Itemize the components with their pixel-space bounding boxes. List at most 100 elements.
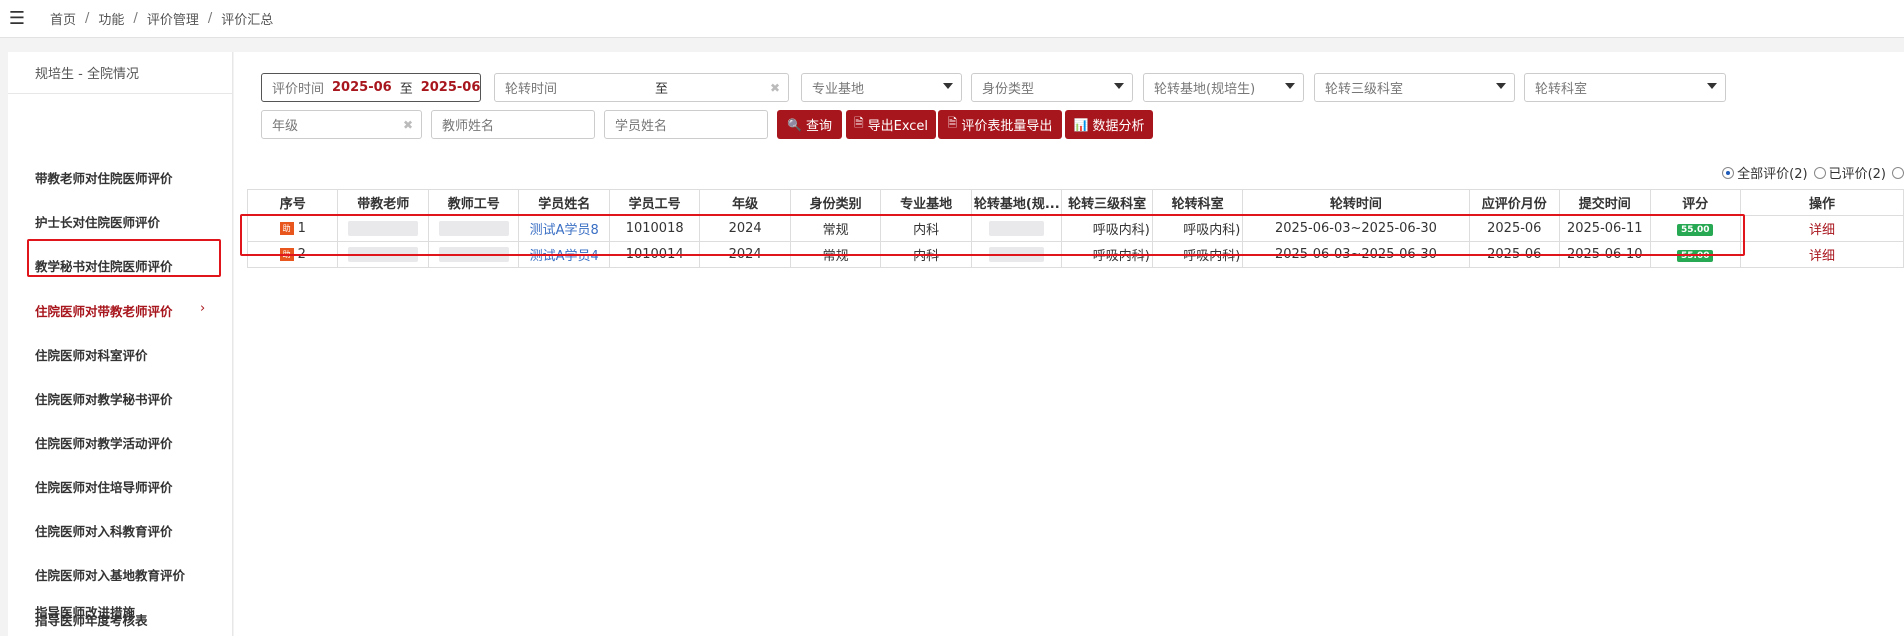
sidebar-item-resident-to-dept-edu[interactable]: 住院医师对入科教育评价 xyxy=(35,519,173,541)
col-header-identity: 身份类别 xyxy=(789,189,882,216)
table-row[interactable]: 助2 测试A学员4 1010014 2024 常规 内科 呼吸内科) 呼吸内科)… xyxy=(246,241,1904,268)
teacher-name-placeholder: 教师姓名 xyxy=(442,119,495,134)
rotation-time-label: 轮转时间 xyxy=(505,82,558,97)
cell-rotation-time: 2025-06-03~2025-06-30 xyxy=(1242,241,1470,268)
cell-teacher xyxy=(337,215,429,242)
cell-teacher-id xyxy=(427,215,520,242)
eval-time-to-label: 至 xyxy=(399,82,413,97)
sidebar-item-resident-to-dept[interactable]: 住院医师对科室评价 xyxy=(35,343,148,365)
detail-link[interactable]: 详细 xyxy=(1809,249,1835,264)
sidebar-item-resident-to-mentor[interactable]: 住院医师对住培导师评价 xyxy=(35,475,173,497)
row-number: 2 xyxy=(297,247,306,262)
clear-icon[interactable]: ✖ xyxy=(403,118,413,132)
cell-rotation-base xyxy=(970,241,1063,268)
table-row[interactable]: 助1 测试A学员8 1010018 2024 常规 内科 呼吸内科) 呼吸内科)… xyxy=(246,215,1904,242)
grade-placeholder: 年级 xyxy=(272,119,299,134)
identity-type-select[interactable]: 身份类型 xyxy=(971,73,1133,102)
radio-all-label: 全部评价(2) xyxy=(1737,167,1808,182)
chevron-down-icon xyxy=(943,83,953,89)
radio-evaluated[interactable]: 已评价(2) xyxy=(1813,163,1886,182)
col-header-score: 评分 xyxy=(1649,189,1742,216)
col-header-submit: 提交时间 xyxy=(1559,189,1651,216)
cell-dept: 呼吸内科) xyxy=(1151,215,1244,242)
redacted-block xyxy=(438,247,509,262)
sidebar-item-nurse-to-resident[interactable]: 护士长对住院医师评价 xyxy=(35,210,160,232)
sidebar: 规培生 - 全院情况 带教老师对住院医师评价 护士长对住院医师评价 教学秘书对住… xyxy=(8,52,233,636)
eval-time-from[interactable]: 2025-06 xyxy=(332,80,392,95)
rotation-base-value: 轮转基地(规培生) xyxy=(1154,82,1256,97)
bar-chart-icon: 📊 xyxy=(1073,117,1089,132)
cell-submit: 2025-06-10 xyxy=(1559,241,1651,268)
eval-status-radios: 全部评价(2) 已评价(2) xyxy=(1716,163,1904,182)
breadcrumb-home[interactable]: 首页 xyxy=(50,9,76,28)
sidebar-item-resident-to-teacher[interactable]: 住院医师对带教老师评价 xyxy=(35,299,173,321)
student-link[interactable]: 测试A学员8 xyxy=(530,223,599,238)
batch-export-button[interactable]: 🗎 评价表批量导出 xyxy=(938,110,1062,139)
menu-toggle-icon[interactable]: ☰ xyxy=(0,0,34,38)
cell-rotation-base xyxy=(970,215,1063,242)
cell-major: 内科 xyxy=(880,215,972,242)
major-base-select[interactable]: 专业基地 xyxy=(801,73,962,102)
chevron-down-icon xyxy=(1707,83,1717,89)
cell-student-id: 1010018 xyxy=(608,215,701,242)
clear-icon[interactable]: ✖ xyxy=(770,81,780,95)
dept3-text: 呼吸内科) xyxy=(1092,223,1150,238)
sidebar-item-resident-to-activity[interactable]: 住院医师对教学活动评价 xyxy=(35,431,173,453)
cell-rotation-time: 2025-06-03~2025-06-30 xyxy=(1242,215,1470,242)
radio-unchecked-icon xyxy=(1892,166,1904,179)
cell-score: 55.00 xyxy=(1649,241,1742,268)
col-header-dept: 轮转科室 xyxy=(1151,189,1244,216)
col-header-rotation-base: 轮转基地(规... xyxy=(970,189,1063,216)
cell-action: 详细 xyxy=(1740,241,1904,268)
main-panel: 评价时间 2025-06 至 2025-06 轮转时间 至 ✖ 专业基地 身份类… xyxy=(234,52,1904,636)
radio-partial[interactable] xyxy=(1892,166,1904,179)
student-name-placeholder: 学员姓名 xyxy=(615,119,668,134)
rotation-dept-select[interactable]: 轮转科室 xyxy=(1524,73,1726,102)
rotation-time-range[interactable]: 轮转时间 至 ✖ xyxy=(494,73,789,102)
cell-action: 详细 xyxy=(1740,215,1904,242)
sidebar-item-resident-to-base-edu[interactable]: 住院医师对入基地教育评价 xyxy=(35,563,185,585)
eval-time-range[interactable]: 评价时间 2025-06 至 2025-06 xyxy=(261,73,481,102)
cell-identity: 常规 xyxy=(789,215,882,242)
col-header-major: 专业基地 xyxy=(880,189,972,216)
teacher-name-input[interactable]: 教师姓名 xyxy=(431,110,595,139)
chevron-down-icon xyxy=(1285,83,1295,89)
cell-teacher xyxy=(337,241,429,268)
breadcrumb-function[interactable]: 功能 xyxy=(98,9,124,28)
chevron-down-icon xyxy=(1114,83,1124,89)
radio-checked-icon xyxy=(1722,166,1735,179)
dept3-text: 呼吸内科) xyxy=(1092,249,1150,264)
breadcrumb: 首页 / 功能 / 评价管理 / 评价汇总 xyxy=(50,9,274,28)
student-link[interactable]: 测试A学员4 xyxy=(530,249,599,264)
dept-text: 呼吸内科) xyxy=(1183,223,1241,238)
col-header-dept3: 轮转三级科室 xyxy=(1061,189,1153,216)
breadcrumb-eval-manage[interactable]: 评价管理 xyxy=(147,9,199,28)
rotation-base-select[interactable]: 轮转基地(规培生) xyxy=(1143,73,1304,102)
sidebar-item-teacher-to-resident[interactable]: 带教老师对住院医师评价 xyxy=(35,166,173,188)
redacted-block xyxy=(438,221,509,236)
assistant-badge: 助 xyxy=(279,222,294,235)
cell-dept3: 呼吸内科) xyxy=(1061,215,1153,242)
cell-dept3: 呼吸内科) xyxy=(1061,241,1153,268)
eval-time-to[interactable]: 2025-06 xyxy=(421,80,480,95)
sidebar-item-mentor-improvement[interactable]: 指导医师改进措施 xyxy=(35,600,135,622)
redacted-block xyxy=(989,247,1045,262)
chevron-right-icon: › xyxy=(200,301,206,316)
sidebar-item-resident-to-secretary[interactable]: 住院医师对教学秘书评价 xyxy=(35,387,173,409)
col-header-student: 学员姓名 xyxy=(518,189,610,216)
major-base-value: 专业基地 xyxy=(812,82,865,97)
student-name-input[interactable]: 学员姓名 xyxy=(604,110,768,139)
file-export-icon: 🗎 xyxy=(947,116,958,130)
file-export-icon: 🗎 xyxy=(853,116,864,130)
grade-input[interactable]: 年级 ✖ xyxy=(261,110,422,139)
export-excel-button[interactable]: 🗎 导出Excel xyxy=(846,110,936,139)
cell-teacher-id xyxy=(427,241,520,268)
active-item-highlight xyxy=(27,239,221,277)
identity-type-value: 身份类型 xyxy=(982,82,1035,97)
data-analysis-button[interactable]: 📊 数据分析 xyxy=(1065,110,1153,139)
radio-all-evals[interactable]: 全部评价(2) xyxy=(1722,163,1808,182)
radio-unchecked-icon xyxy=(1813,166,1826,179)
detail-link[interactable]: 详细 xyxy=(1809,223,1835,238)
rotation-dept3-select[interactable]: 轮转三级科室 xyxy=(1314,73,1515,102)
query-button[interactable]: 🔍 查询 xyxy=(777,110,842,139)
